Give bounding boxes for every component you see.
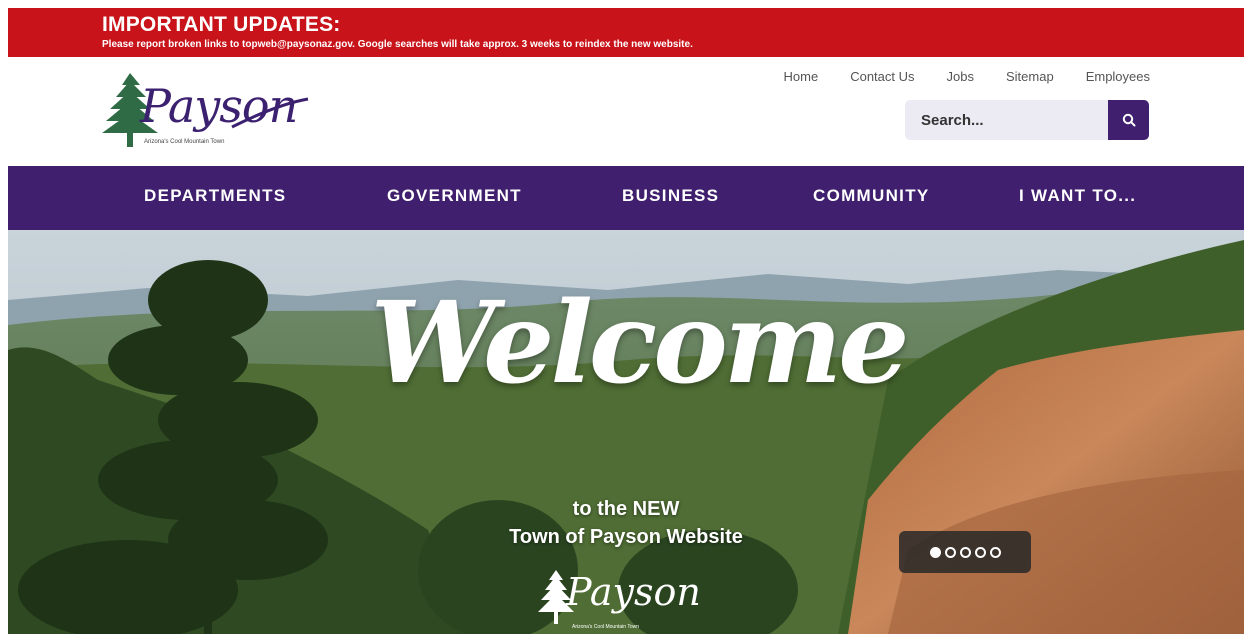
hero-subtitle-line-2: Town of Payson Website: [509, 526, 743, 548]
nav-business[interactable]: BUSINESS: [622, 186, 719, 206]
hero-logo-wordmark: Payson: [566, 570, 701, 614]
util-nav-contact-us[interactable]: Contact Us: [850, 69, 914, 84]
util-nav-employees[interactable]: Employees: [1086, 69, 1150, 84]
nav-departments[interactable]: DEPARTMENTS: [144, 186, 286, 206]
util-nav-sitemap[interactable]: Sitemap: [1006, 69, 1054, 84]
slider-pagination: [899, 531, 1031, 573]
nav-government[interactable]: GOVERNMENT: [387, 186, 522, 206]
slide-dot-4[interactable]: [974, 546, 986, 558]
welcome-heading: Welcome: [370, 278, 909, 409]
logo-wordmark: Payson: [140, 79, 298, 133]
hero-logo-tagline: Arizona's Cool Mountain Town: [572, 624, 640, 630]
search-icon: [1122, 113, 1135, 127]
page-frame: IMPORTANT UPDATES: Please report broken …: [8, 8, 1244, 634]
hero-payson-logo: Payson Arizona's Cool Mountain Town: [536, 568, 736, 634]
main-nav: DEPARTMENTS GOVERNMENT BUSINESS COMMUNIT…: [8, 166, 1244, 230]
util-nav-jobs[interactable]: Jobs: [947, 69, 974, 84]
hero-slider: Welcome to the NEW Town of Payson Websit…: [8, 230, 1244, 634]
site-header: Payson Arizona's Cool Mountain Town Home…: [8, 57, 1244, 166]
search-button[interactable]: [1108, 100, 1149, 140]
important-updates-banner: IMPORTANT UPDATES: Please report broken …: [8, 8, 1244, 57]
slide-dot-2[interactable]: [944, 546, 956, 558]
search-box: [905, 100, 1149, 140]
slide-dot-3[interactable]: [959, 546, 971, 558]
slide-dot-5[interactable]: [989, 546, 1001, 558]
slide-dot-1[interactable]: [929, 546, 941, 558]
alert-message: Please report broken links to topweb@pay…: [102, 39, 693, 50]
logo-tagline: Arizona's Cool Mountain Town: [144, 139, 225, 145]
alert-title: IMPORTANT UPDATES:: [102, 13, 341, 36]
nav-community[interactable]: COMMUNITY: [813, 186, 930, 206]
search-input[interactable]: [905, 100, 1108, 140]
utility-nav: Home Contact Us Jobs Sitemap Employees: [752, 69, 1150, 84]
hero-subtitle-line-1: to the NEW: [572, 498, 680, 520]
payson-logo[interactable]: Payson Arizona's Cool Mountain Town: [100, 71, 310, 153]
nav-i-want-to[interactable]: I WANT TO...: [1019, 186, 1136, 206]
util-nav-home[interactable]: Home: [784, 69, 819, 84]
